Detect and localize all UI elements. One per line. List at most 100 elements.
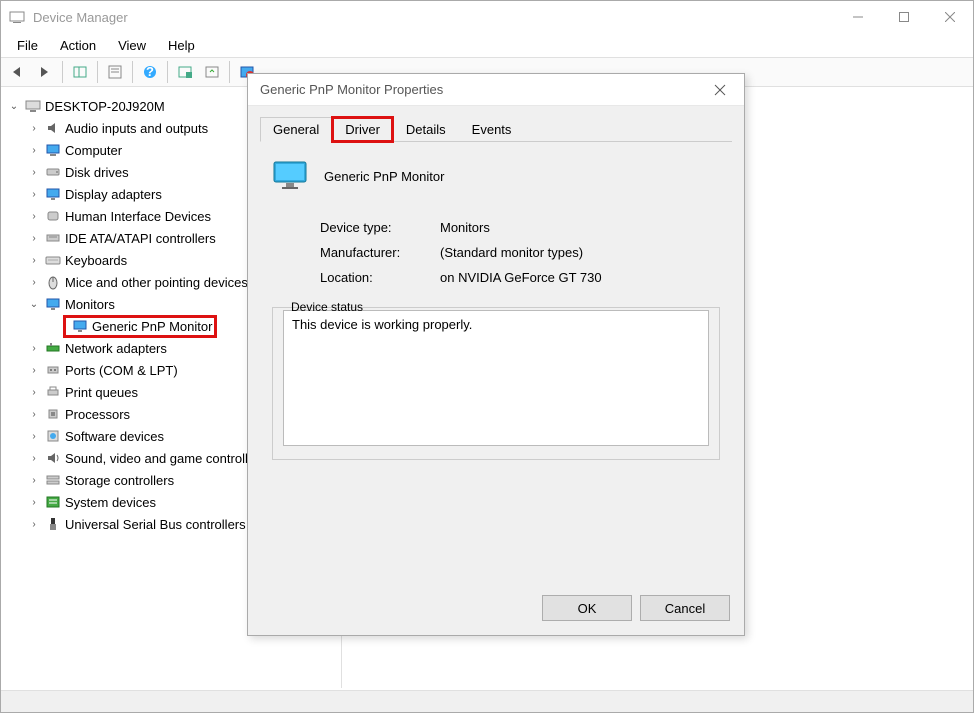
tab-row: General Driver Details Events	[260, 116, 732, 142]
tree-item-label: Software devices	[65, 429, 164, 444]
ok-button[interactable]: OK	[542, 595, 632, 621]
disk-icon	[45, 164, 61, 180]
close-button[interactable]	[927, 2, 973, 32]
expand-icon[interactable]: ›	[27, 387, 41, 398]
device-type-label: Device type:	[320, 220, 440, 235]
tree-item-label: Storage controllers	[65, 473, 174, 488]
mouse-icon	[45, 274, 61, 290]
tree-item-label: IDE ATA/ATAPI controllers	[65, 231, 216, 246]
cancel-button[interactable]: Cancel	[640, 595, 730, 621]
manufacturer-label: Manufacturer:	[320, 245, 440, 260]
expand-icon[interactable]: ›	[27, 277, 41, 288]
tree-item-label: Processors	[65, 407, 130, 422]
monitor-icon-large	[272, 158, 308, 194]
computer-icon	[25, 98, 41, 114]
expand-icon[interactable]: ›	[27, 365, 41, 376]
toolbar-separator	[167, 61, 168, 83]
properties-button[interactable]	[102, 59, 128, 85]
dialog-close-button[interactable]	[704, 76, 736, 104]
manufacturer-value: (Standard monitor types)	[440, 245, 720, 260]
titlebar: Device Manager	[1, 1, 973, 33]
tab-events[interactable]: Events	[459, 117, 525, 142]
printer-icon	[45, 384, 61, 400]
software-icon	[45, 428, 61, 444]
collapse-icon[interactable]: ⌄	[27, 299, 41, 310]
tree-item-label: Audio inputs and outputs	[65, 121, 208, 136]
cpu-icon	[45, 406, 61, 422]
expand-icon[interactable]: ›	[27, 211, 41, 222]
tab-details[interactable]: Details	[393, 117, 459, 142]
dialog-body: General Driver Details Events Generic Pn…	[248, 106, 744, 488]
dialog-buttons: OK Cancel	[542, 595, 730, 621]
expand-icon[interactable]: ›	[27, 123, 41, 134]
tree-item-label: Monitors	[65, 297, 115, 312]
toolbar-separator	[62, 61, 63, 83]
device-type-value: Monitors	[440, 220, 720, 235]
expand-icon[interactable]: ›	[27, 343, 41, 354]
display-icon	[45, 186, 61, 202]
expand-icon[interactable]: ›	[27, 145, 41, 156]
scan-button[interactable]	[172, 59, 198, 85]
tree-item-label: Ports (COM & LPT)	[65, 363, 178, 378]
tab-driver[interactable]: Driver	[332, 117, 393, 142]
menu-file[interactable]: File	[7, 36, 48, 55]
update-button[interactable]	[199, 59, 225, 85]
expand-icon[interactable]: ›	[27, 453, 41, 464]
tree-item-label: Print queues	[65, 385, 138, 400]
toolbar-separator	[132, 61, 133, 83]
tree-item-label: Network adapters	[65, 341, 167, 356]
dialog-titlebar: Generic PnP Monitor Properties	[248, 74, 744, 106]
location-label: Location:	[320, 270, 440, 285]
tab-content: Generic PnP Monitor Device type: Monitor…	[260, 142, 732, 476]
expand-icon[interactable]: ›	[27, 519, 41, 530]
tree-item-label: Keyboards	[65, 253, 127, 268]
menu-action[interactable]: Action	[50, 36, 106, 55]
help-button[interactable]: ?	[137, 59, 163, 85]
expand-icon[interactable]: ›	[27, 233, 41, 244]
minimize-button[interactable]	[835, 2, 881, 32]
computer-icon	[45, 142, 61, 158]
tree-item-label: Computer	[65, 143, 122, 158]
expand-icon[interactable]: ›	[27, 475, 41, 486]
menu-help[interactable]: Help	[158, 36, 205, 55]
expand-icon[interactable]: ›	[27, 409, 41, 420]
back-button[interactable]	[5, 59, 31, 85]
menubar: File Action View Help	[1, 33, 973, 57]
monitor-icon	[45, 296, 61, 312]
keyboard-icon	[45, 252, 61, 268]
expand-icon[interactable]: ›	[27, 497, 41, 508]
tree-item-label: Universal Serial Bus controllers	[65, 517, 246, 532]
tree-item-label: Human Interface Devices	[65, 209, 211, 224]
system-icon	[45, 494, 61, 510]
expand-icon[interactable]: ›	[27, 255, 41, 266]
app-icon	[9, 9, 25, 25]
tree-item-label: Generic PnP Monitor	[92, 319, 212, 334]
speaker-icon	[45, 120, 61, 136]
tree-item-label: System devices	[65, 495, 156, 510]
toolbar-separator	[97, 61, 98, 83]
sound-icon	[45, 450, 61, 466]
maximize-button[interactable]	[881, 2, 927, 32]
menu-view[interactable]: View	[108, 36, 156, 55]
highlighted-tree-item[interactable]: Generic PnP Monitor	[63, 315, 217, 338]
expand-icon[interactable]: ›	[27, 189, 41, 200]
statusbar	[1, 690, 973, 712]
device-status-fieldset: Device status This device is working pro…	[272, 307, 720, 460]
storage-icon	[45, 472, 61, 488]
usb-icon	[45, 516, 61, 532]
device-status-text[interactable]: This device is working properly.	[283, 310, 709, 446]
window-title: Device Manager	[33, 10, 835, 25]
properties-dialog: Generic PnP Monitor Properties General D…	[247, 73, 745, 636]
toolbar-separator	[229, 61, 230, 83]
tree-item-label: Display adapters	[65, 187, 162, 202]
show-hide-button[interactable]	[67, 59, 93, 85]
tree-item-label: Mice and other pointing devices	[65, 275, 248, 290]
location-value: on NVIDIA GeForce GT 730	[440, 270, 720, 285]
svg-text:?: ?	[146, 64, 154, 79]
device-header: Generic PnP Monitor	[272, 158, 720, 194]
expand-icon[interactable]: ›	[27, 431, 41, 442]
expand-icon[interactable]: ›	[27, 167, 41, 178]
forward-button[interactable]	[32, 59, 58, 85]
collapse-icon[interactable]: ⌄	[7, 101, 21, 112]
tab-general[interactable]: General	[260, 117, 332, 142]
